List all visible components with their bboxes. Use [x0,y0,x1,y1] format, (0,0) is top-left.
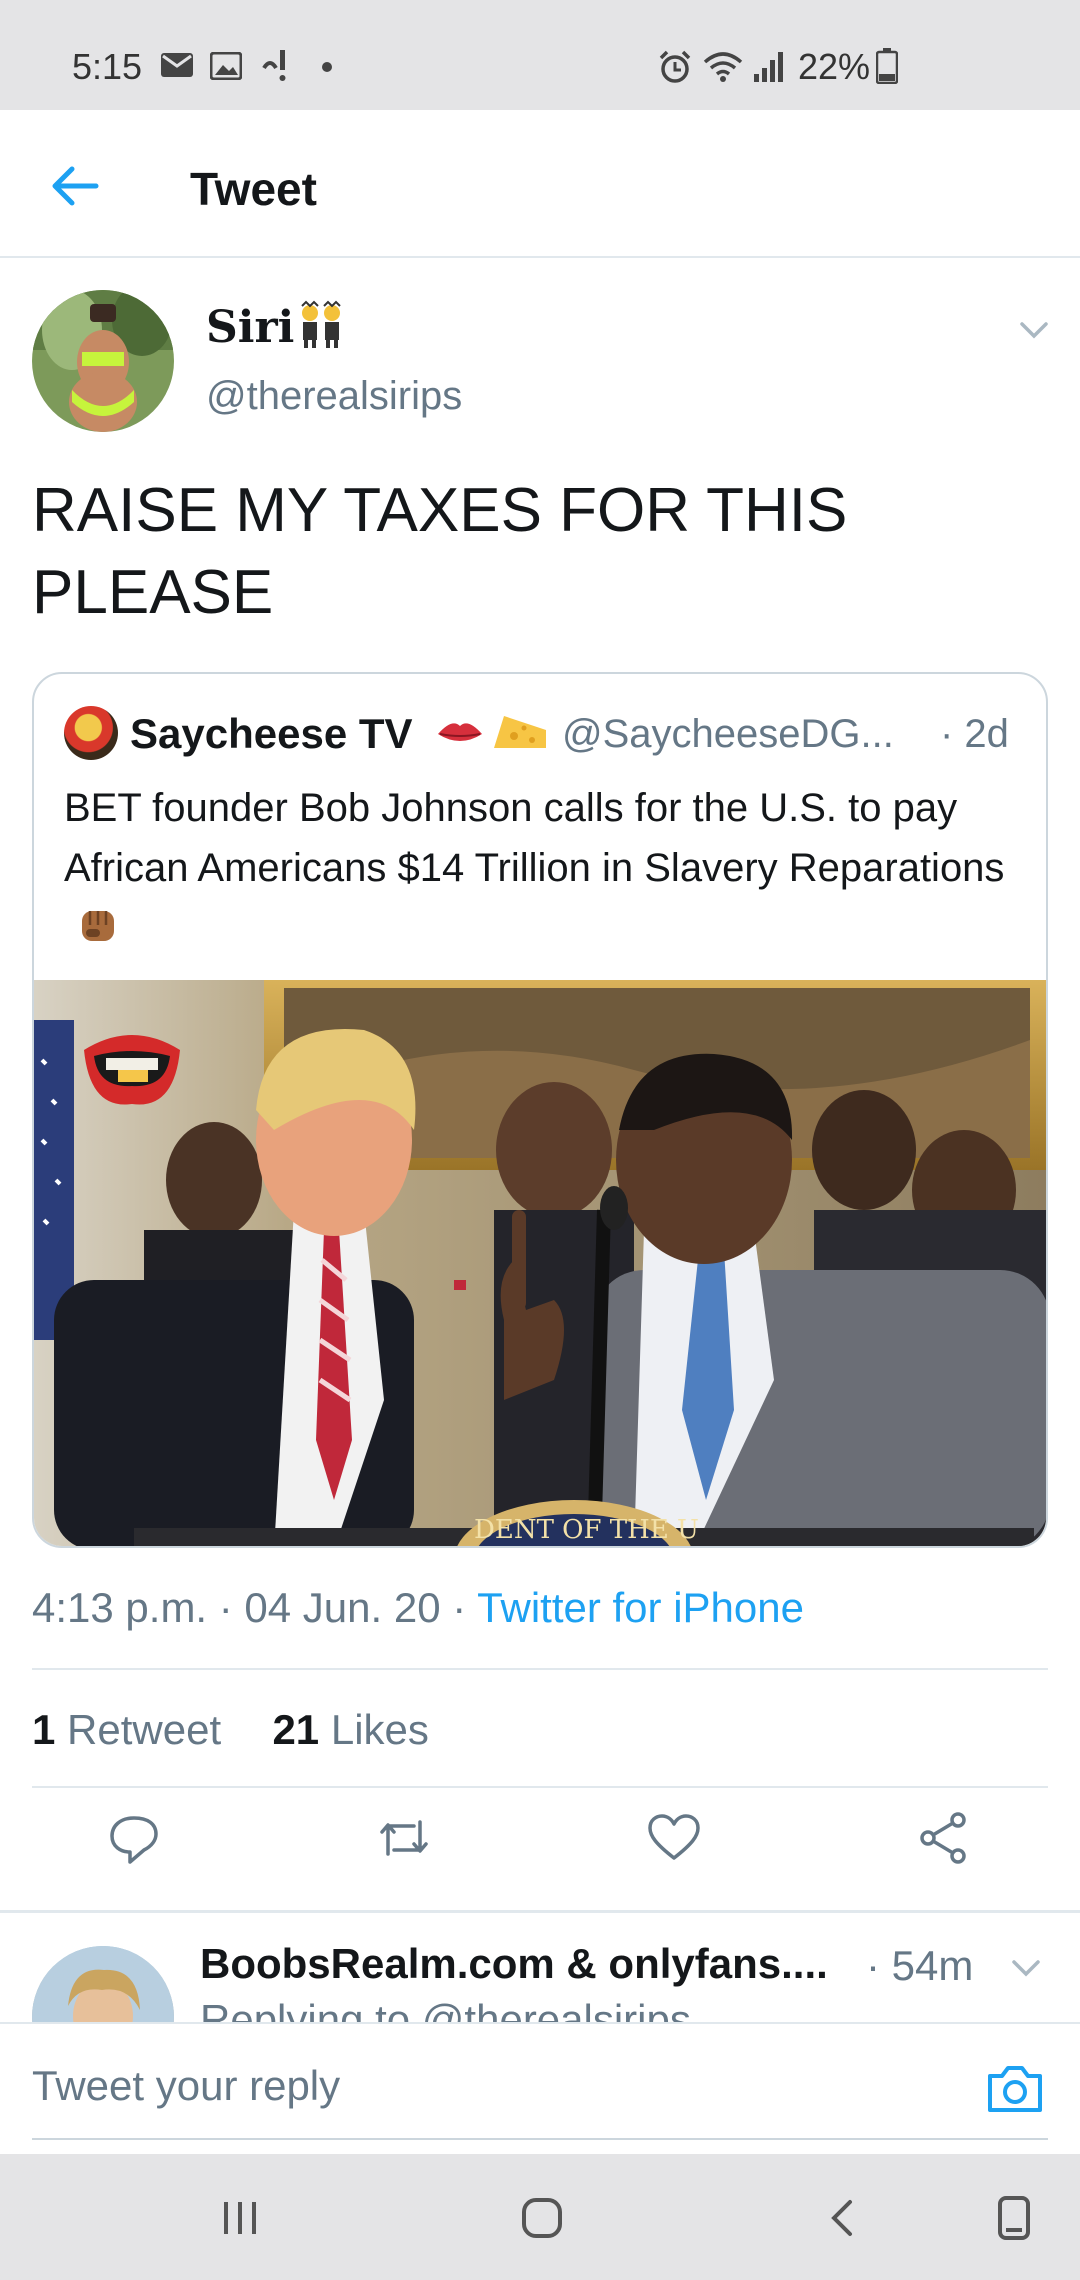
keyboard-toggle-icon[interactable] [990,2194,1038,2242]
divider [32,1668,1048,1670]
reply-time: · 54m [866,1942,974,1989]
divider [32,1786,1048,1788]
tweet-meta: 4:13 p.m. · 04 Jun. 20 · Twitter for iPh… [32,1584,804,1632]
alarm-icon [659,50,691,83]
back-arrow-icon[interactable] [48,160,100,212]
wifi-icon [703,52,743,82]
quoted-avatar [64,706,118,760]
reply-input[interactable]: Tweet your reply [32,2062,340,2110]
quoted-time: · 2d [940,712,1009,756]
tweet-source-link[interactable]: Twitter for iPhone [477,1584,804,1631]
seal-text: DENT OF THE U [474,1515,699,1545]
retweet-icon[interactable] [376,1810,432,1866]
home-icon[interactable] [518,2194,566,2242]
system-nav-bar [0,2154,1080,2280]
tweet-text: RAISE MY TAXES FOR THIS PLEASE [32,476,848,627]
app-bar: Tweet [0,110,1080,258]
chevron-down-icon[interactable] [1016,318,1052,342]
dot-icon [322,62,332,72]
vibrate-alert-icon [262,50,286,81]
two-people-emoji [301,300,341,348]
tweet-timestamp: 4:13 p.m. · 04 Jun. 20 · [32,1584,478,1631]
back-icon[interactable] [820,2194,868,2242]
tweet-stats: 1 Retweet 21 Likes [32,1706,429,1754]
quoted-photo[interactable]: DENT OF THE U [34,980,1048,1548]
section-divider [0,1910,1080,1913]
share-icon[interactable] [916,1810,972,1866]
battery-icon [876,48,898,84]
tweet-actions [0,1810,1080,1890]
reply-author-name[interactable]: BoobsRealm.com & onlyfans.... [200,1940,828,1988]
signal-icon [754,52,783,82]
quoted-handle: @SaycheeseDG... [562,712,894,756]
avatar-photo [32,290,174,432]
recent-apps-icon[interactable] [216,2194,264,2242]
status-bar: 5:15 22% [0,0,1080,110]
user-handle[interactable]: @therealsirips [206,374,462,419]
retweets-label[interactable]: Retweet [67,1706,221,1753]
lips-cheese-emoji [438,716,546,748]
raised-fist-emoji [82,911,114,941]
page-title: Tweet [190,163,317,215]
retweets-count[interactable]: 1 [32,1706,55,1753]
reply-bar: Tweet your reply [0,2022,1080,2154]
chevron-down-icon[interactable] [1008,1956,1044,1980]
gallery-icon [210,52,242,80]
reply-icon[interactable] [106,1810,162,1866]
avatar[interactable] [32,290,174,432]
display-name[interactable]: Siri [206,302,294,353]
quoted-text-body: BET founder Bob Johnson calls for the U.… [64,786,1005,890]
like-icon[interactable] [646,1810,702,1866]
quoted-tweet-card[interactable]: Saycheese TV @SaycheeseDG... · 2d BET fo… [32,672,1048,1548]
reply-underline [32,2138,1048,2140]
battery-percent: 22% [798,46,871,87]
status-time: 5:15 [72,46,143,87]
camera-icon[interactable] [986,2062,1044,2114]
quoted-text: BET founder Bob Johnson calls for the U.… [64,778,1014,958]
quoted-name: Saycheese TV [130,710,413,757]
likes-label[interactable]: Likes [331,1706,429,1753]
mail-icon [161,53,193,77]
likes-count[interactable]: 21 [272,1706,319,1753]
